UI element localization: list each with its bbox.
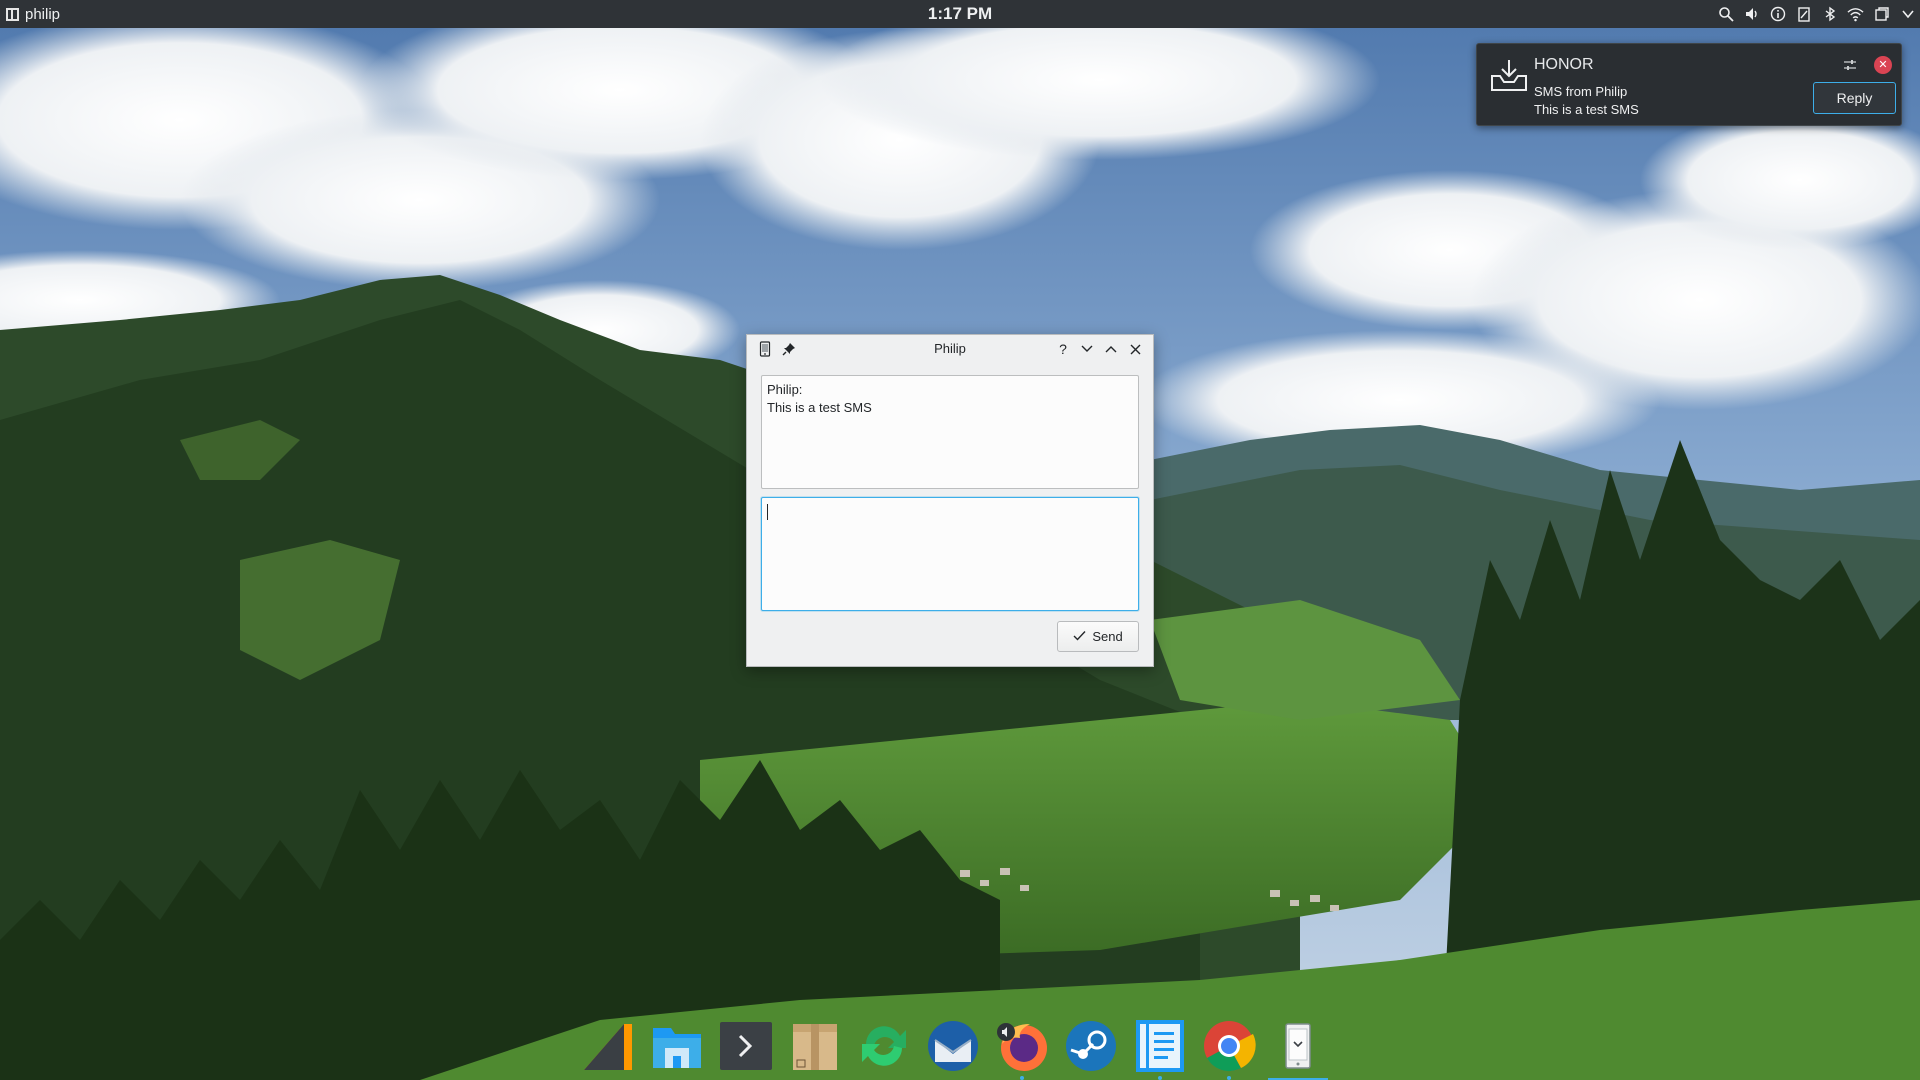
received-messages-view[interactable]: Philip: This is a test SMS <box>761 375 1139 489</box>
minimize-icon[interactable] <box>1078 340 1096 358</box>
search-icon[interactable] <box>1717 6 1734 23</box>
running-indicator <box>1158 1076 1162 1080</box>
text-caret <box>767 504 768 520</box>
wifi-icon[interactable] <box>1847 6 1864 23</box>
dialog-titlebar[interactable]: Philip ? <box>747 335 1153 363</box>
text-editor-icon <box>1136 1020 1184 1072</box>
thunderbird-icon <box>928 1021 978 1071</box>
dock-item-kdeconnect[interactable] <box>1268 1016 1328 1080</box>
sms-conversation-dialog: Philip ? Philip: This is a test SMS Send <box>746 334 1154 667</box>
active-app-label: philip <box>25 5 61 23</box>
dock-item-sync[interactable] <box>854 1016 914 1076</box>
archive-manager-icon <box>793 1024 837 1070</box>
sync-icon <box>862 1026 906 1066</box>
dock-item-file-manager[interactable] <box>647 1016 707 1076</box>
info-icon[interactable] <box>1769 6 1786 23</box>
running-indicator <box>1020 1076 1024 1080</box>
dock-item-chrome[interactable] <box>1199 1016 1259 1080</box>
help-icon[interactable]: ? <box>1054 340 1072 358</box>
steam-icon <box>1066 1021 1116 1071</box>
volume-icon[interactable] <box>1743 6 1760 23</box>
dock-item-archive-manager[interactable] <box>785 1016 845 1076</box>
close-icon[interactable] <box>1126 340 1144 358</box>
notification-body: This is a test SMS <box>1534 102 1639 117</box>
sms-notification[interactable]: HONOR SMS from Philip This is a test SMS… <box>1476 43 1902 126</box>
dock <box>578 1012 1328 1080</box>
chrome-icon <box>1204 1021 1256 1072</box>
configure-icon[interactable] <box>1841 56 1859 74</box>
file-manager-icon <box>653 1028 701 1068</box>
running-indicator <box>1227 1076 1231 1080</box>
firefox-icon <box>997 1023 1047 1071</box>
active-app-menu[interactable]: philip <box>0 0 60 28</box>
message-text: This is a test SMS <box>767 400 872 415</box>
dock-item-text-editor[interactable] <box>1130 1016 1190 1080</box>
notification-app-name: HONOR <box>1534 56 1594 73</box>
bluetooth-icon[interactable] <box>1821 6 1838 23</box>
notification-title: SMS from Philip <box>1534 84 1628 99</box>
app-menu-icon <box>6 7 19 21</box>
dock-item-sublime-text[interactable] <box>578 1016 638 1076</box>
reply-button[interactable]: Reply <box>1813 82 1896 114</box>
kdeconnect-icon <box>1285 1023 1311 1069</box>
close-icon[interactable]: ✕ <box>1874 56 1892 74</box>
dock-item-steam[interactable] <box>1061 1016 1121 1076</box>
reply-text-input[interactable] <box>761 497 1139 611</box>
sublime-text-icon <box>584 1024 632 1070</box>
send-button[interactable]: Send <box>1057 621 1139 652</box>
dock-item-firefox[interactable] <box>992 1016 1052 1080</box>
maximize-icon[interactable] <box>1102 340 1120 358</box>
clipboard-icon[interactable] <box>1795 6 1812 23</box>
system-tray <box>1717 0 1916 28</box>
dock-item-terminal[interactable] <box>716 1016 776 1076</box>
clock[interactable]: 1:17 PM <box>0 0 1920 28</box>
chevron-down-icon[interactable] <box>1899 6 1916 23</box>
message-sender: Philip: <box>767 382 803 397</box>
dock-item-thunderbird[interactable] <box>923 1016 983 1076</box>
download-tray-icon <box>1490 58 1528 92</box>
terminal-icon <box>720 1022 772 1070</box>
window-icon[interactable] <box>1873 6 1890 23</box>
send-button-label: Send <box>1092 629 1123 644</box>
top-panel: philip 1:17 PM <box>0 0 1920 28</box>
checkmark-icon <box>1073 629 1086 644</box>
